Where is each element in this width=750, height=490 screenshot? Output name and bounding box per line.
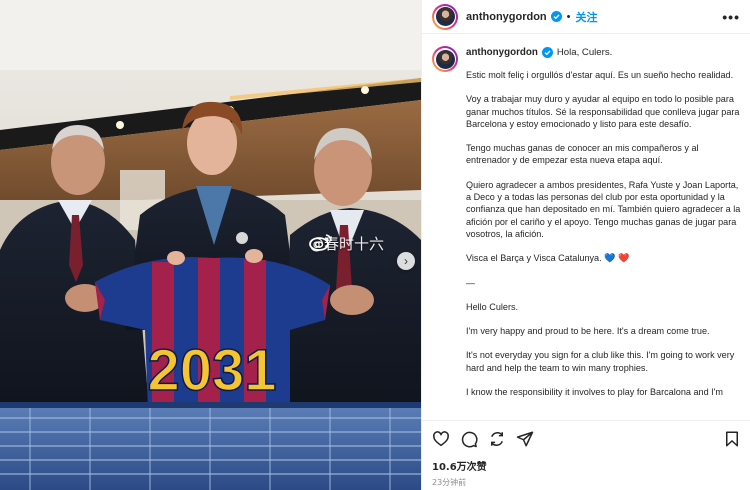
caption-area: anthonygordon Hola, Culers. Estic molt f… bbox=[422, 34, 750, 420]
carousel-next-button[interactable]: › bbox=[397, 252, 415, 270]
caption-avatar[interactable] bbox=[432, 46, 458, 72]
caption-paragraph: Quiero agradecer a ambos presidentes, Ra… bbox=[466, 179, 741, 239]
watermark: @春时十六 bbox=[309, 233, 384, 254]
username-link[interactable]: anthonygordon bbox=[466, 11, 547, 23]
chevron-right-icon: › bbox=[404, 254, 408, 268]
separator: • bbox=[566, 10, 571, 23]
heart-icon[interactable] bbox=[432, 430, 450, 448]
follow-button[interactable]: 关注 bbox=[576, 9, 598, 25]
comment-icon[interactable] bbox=[460, 430, 478, 448]
post-sidebar: anthonygordon • 关注 ••• anthonygordon Hol… bbox=[421, 0, 750, 490]
post-photo[interactable]: 2031 @春时十六 › bbox=[0, 0, 421, 490]
caption-username-link[interactable]: anthonygordon bbox=[466, 46, 538, 59]
action-bar: 10.6万次赞 23分钟前 bbox=[422, 420, 750, 490]
caption-paragraph: I know the responsibility it involves to… bbox=[466, 387, 723, 398]
verified-badge-icon bbox=[550, 11, 562, 22]
caption-paragraph: Visca el Barça y Visca Catalunya. 💙 ❤️ bbox=[466, 253, 630, 264]
more-options-icon[interactable]: ••• bbox=[722, 9, 740, 25]
caption-paragraph: It's not everyday you sign for a club li… bbox=[466, 350, 735, 373]
avatar[interactable] bbox=[432, 3, 458, 30]
caption-paragraph: Tengo muchas ganas de conocer an mis com… bbox=[466, 143, 699, 166]
shirt-number: 2031 bbox=[147, 338, 276, 403]
like-count[interactable]: 10.6万次赞 bbox=[432, 458, 741, 473]
caption-paragraph: Voy a trabajar muy duro y ayudar al equi… bbox=[466, 94, 740, 129]
share-icon[interactable] bbox=[488, 430, 506, 448]
caption-paragraph: Hello Culers. bbox=[466, 301, 519, 312]
caption-paragraph: Estic molt feliç i orgullós d'estar aquí… bbox=[466, 70, 734, 80]
caption-greeting: Hola, Culers. bbox=[556, 47, 613, 58]
post-timestamp[interactable]: 23分钟前 bbox=[432, 477, 741, 488]
caption-paragraph: I'm very happy and proud to be here. It'… bbox=[466, 326, 710, 337]
caption-divider: — bbox=[466, 277, 476, 288]
send-icon[interactable] bbox=[516, 430, 534, 448]
bookmark-icon[interactable] bbox=[723, 430, 741, 448]
verified-badge-icon bbox=[541, 47, 553, 58]
post-header: anthonygordon • 关注 ••• bbox=[422, 0, 750, 34]
weibo-icon bbox=[309, 234, 332, 251]
